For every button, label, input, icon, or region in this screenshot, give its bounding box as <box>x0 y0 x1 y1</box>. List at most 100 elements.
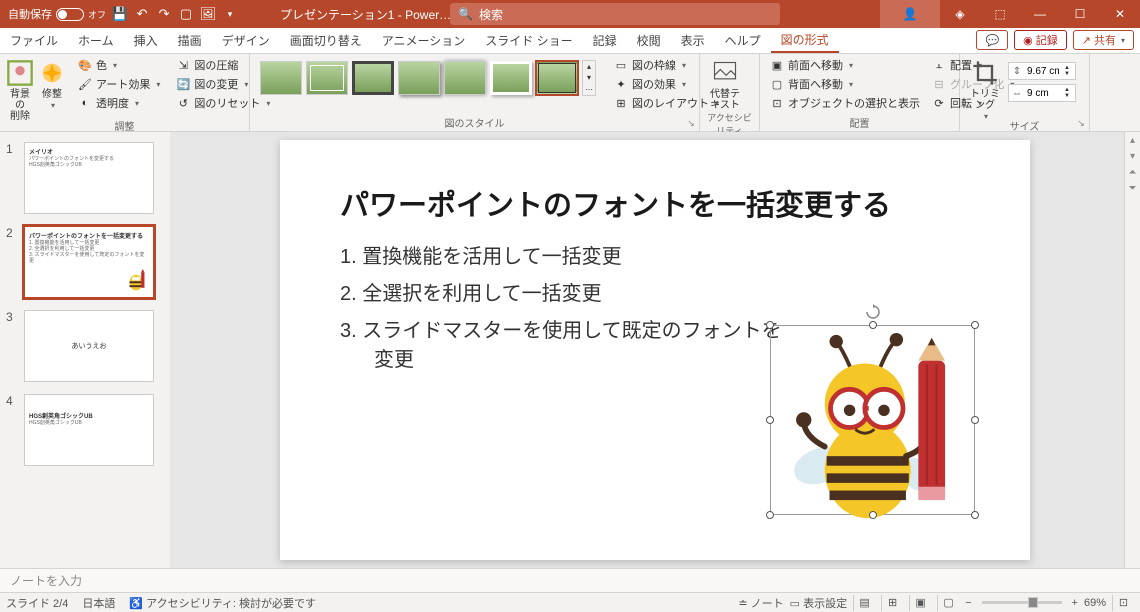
diamond-icon[interactable]: ◈ <box>940 0 980 28</box>
picture-style-4[interactable] <box>398 61 440 95</box>
next-slide-icon[interactable]: ⏷ <box>1125 180 1140 196</box>
prev-slide-icon[interactable]: ⏶ <box>1125 164 1140 180</box>
qat-dropdown-icon[interactable]: ▾ <box>222 6 238 22</box>
picture-styles-gallery: ▴▾⋯ <box>256 56 600 100</box>
alt-text-button[interactable]: 代替テ キスト <box>706 56 744 111</box>
tab-file[interactable]: ファイル <box>0 28 68 53</box>
tab-picture-format[interactable]: 図の形式 <box>771 28 839 53</box>
ribbon-display-icon[interactable]: ⬚ <box>980 0 1020 28</box>
zoom-out-icon[interactable]: − <box>965 597 971 609</box>
notes-toggle[interactable]: ≐ ノート <box>738 595 783 611</box>
tab-slideshow[interactable]: スライド ショー <box>475 28 582 53</box>
picture-style-2[interactable] <box>306 61 348 95</box>
resize-handle[interactable] <box>766 511 774 519</box>
save-icon[interactable]: 💾 <box>112 6 128 22</box>
scroll-down-icon[interactable]: ▾ <box>1125 148 1140 164</box>
tab-transitions[interactable]: 画面切り替え <box>280 28 372 53</box>
slide-thumb-1[interactable]: メイリオ パワーポイントのフォントを変更する HGS創英角ゴシックUB <box>24 142 154 214</box>
remove-background-button[interactable]: 背景の 削除 <box>6 56 34 122</box>
scroll-up-icon[interactable]: ▴ <box>1125 132 1140 148</box>
slide-thumb-2[interactable]: パワーポイントのフォントを一括変更する 1. 置換機能を活用して一括変更 2. … <box>24 226 154 298</box>
picture-style-3[interactable] <box>352 61 394 95</box>
height-down-icon[interactable]: ▼ <box>1061 71 1073 77</box>
image-icon[interactable]: 🖼 <box>200 6 216 22</box>
zoom-percent[interactable]: 69% <box>1084 597 1106 609</box>
notes-pane[interactable]: ノートを入力 <box>0 568 1140 592</box>
tab-insert[interactable]: 挿入 <box>124 28 168 53</box>
styles-launcher-icon[interactable]: ↘ <box>685 117 697 129</box>
undo-icon[interactable]: ↶ <box>134 6 150 22</box>
record-button[interactable]: ◉記録 <box>1014 30 1067 50</box>
picture-style-1[interactable] <box>260 61 302 95</box>
bring-forward-button[interactable]: ▣前面へ移動▾ <box>766 56 924 74</box>
back-icon: ▢ <box>770 77 784 91</box>
resize-handle[interactable] <box>869 321 877 329</box>
accessibility-status[interactable]: ♿ アクセシビリティ: 検討が必要です <box>129 595 316 611</box>
account-icon[interactable]: 👤 <box>880 0 940 28</box>
slide-thumb-3[interactable]: あいうえお <box>24 310 154 382</box>
vertical-scrollbar[interactable]: ▴ ▾ ⏶ ⏷ <box>1124 132 1140 568</box>
height-field[interactable] <box>1025 66 1061 77</box>
tab-animations[interactable]: アニメーション <box>372 28 476 53</box>
current-slide[interactable]: パワーポイントのフォントを一括変更する 置換機能を活用して一括変更 全選択を利用… <box>280 140 1030 560</box>
crop-icon <box>971 59 999 87</box>
picture-style-7[interactable] <box>536 61 578 95</box>
share-button[interactable]: ↗共有▾ <box>1073 30 1134 50</box>
width-field[interactable] <box>1025 88 1061 99</box>
height-input[interactable]: ⇕ ▲▼ <box>1008 62 1076 80</box>
slide-body-list[interactable]: 置換機能を活用して一括変更 全選択を利用して一括変更 スライドマスターを使用して… <box>340 240 782 380</box>
selection-pane-button[interactable]: ⊡オブジェクトの選択と表示 <box>766 94 924 112</box>
close-icon[interactable]: ✕ <box>1100 0 1140 28</box>
normal-view-icon[interactable]: ▤ <box>853 595 875 611</box>
tab-draw[interactable]: 描画 <box>168 28 212 53</box>
width-down-icon[interactable]: ▼ <box>1061 93 1073 99</box>
color-button[interactable]: 🎨色▾ <box>74 56 164 74</box>
gallery-more-button[interactable]: ▴▾⋯ <box>582 60 596 96</box>
artistic-effects-button[interactable]: 🖌アート効果▾ <box>74 75 164 93</box>
width-input[interactable]: ⇔ ▲▼ <box>1008 84 1076 102</box>
redo-icon[interactable]: ↷ <box>156 6 172 22</box>
tab-view[interactable]: 表示 <box>671 28 715 53</box>
language-indicator[interactable]: 日本語 <box>82 595 115 611</box>
display-settings[interactable]: ▭ 表示設定 <box>790 595 847 611</box>
maximize-icon[interactable]: ☐ <box>1060 0 1100 28</box>
resize-handle[interactable] <box>766 416 774 424</box>
size-launcher-icon[interactable]: ↘ <box>1075 117 1087 129</box>
tab-home[interactable]: ホーム <box>68 28 124 53</box>
tab-review[interactable]: 校閲 <box>627 28 671 53</box>
rotate-handle-icon[interactable] <box>865 304 881 320</box>
slide-counter[interactable]: スライド 2/4 <box>6 595 68 611</box>
tab-design[interactable]: デザイン <box>212 28 280 53</box>
tab-record[interactable]: 記録 <box>583 28 627 53</box>
selected-picture[interactable] <box>770 325 975 515</box>
resize-handle[interactable] <box>971 511 979 519</box>
search-input[interactable]: 🔍 検索 <box>450 3 780 25</box>
comments-button[interactable]: 💬 <box>976 30 1008 50</box>
slide-thumb-4[interactable]: HGS創英角ゴシックUB HGS創英角ゴシックUB <box>24 394 154 466</box>
corrections-button[interactable]: 修整▾ <box>38 56 66 111</box>
palette-icon: 🎨 <box>78 58 92 72</box>
fit-window-icon[interactable]: ⊡ <box>1112 595 1134 611</box>
zoom-slider[interactable] <box>982 601 1062 604</box>
minimize-icon[interactable]: — <box>1020 0 1060 28</box>
slideshow-view-icon[interactable]: ▢ <box>937 595 959 611</box>
autosave-toggle[interactable]: 自動保存 オフ <box>8 6 106 22</box>
slideshow-icon[interactable]: ▢ <box>178 6 194 22</box>
resize-handle[interactable] <box>971 321 979 329</box>
zoom-in-icon[interactable]: + <box>1072 597 1078 609</box>
send-backward-button[interactable]: ▢背面へ移動▾ <box>766 75 924 93</box>
reading-view-icon[interactable]: ▣ <box>909 595 931 611</box>
resize-handle[interactable] <box>869 511 877 519</box>
slide-editor: パワーポイントのフォントを一括変更する 置換機能を活用して一括変更 全選択を利用… <box>170 132 1140 568</box>
slide-title-text[interactable]: パワーポイントのフォントを一括変更する <box>340 182 891 224</box>
crop-button[interactable]: トリミング▾ <box>966 56 1004 122</box>
resize-handle[interactable] <box>766 321 774 329</box>
tab-help[interactable]: ヘルプ <box>715 28 771 53</box>
picture-style-6[interactable] <box>490 61 532 95</box>
transparency-button[interactable]: ◐透明度▾ <box>74 94 164 112</box>
picture-style-5[interactable] <box>444 61 486 95</box>
rotate-icon: ⟳ <box>932 96 946 110</box>
status-bar: スライド 2/4 日本語 ♿ アクセシビリティ: 検討が必要です ≐ ノート ▭… <box>0 592 1140 612</box>
sorter-view-icon[interactable]: ⊞ <box>881 595 903 611</box>
resize-handle[interactable] <box>971 416 979 424</box>
